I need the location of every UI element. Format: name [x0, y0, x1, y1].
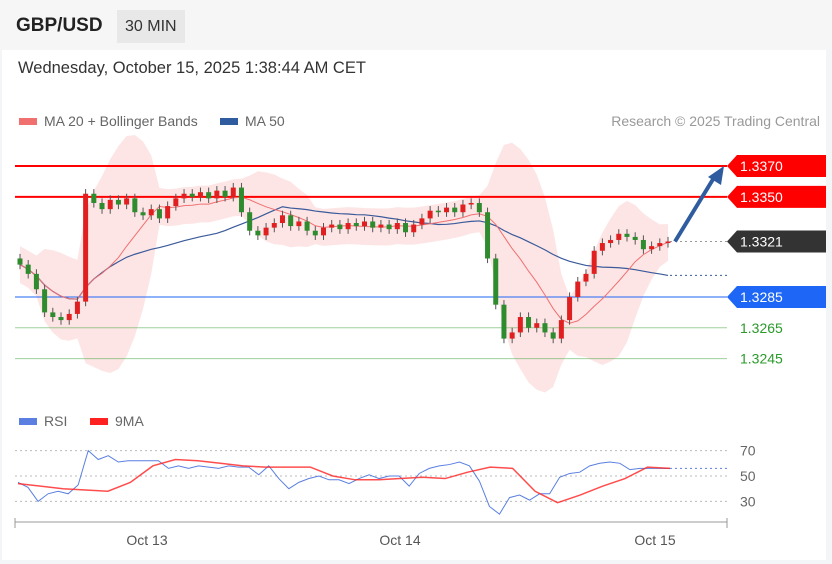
candle-body — [501, 304, 507, 339]
candle-body — [288, 215, 294, 227]
price-chart: 1.3370 1.3350 1.3321 1.3285 1.3265 1.3245 70 50… — [14, 135, 826, 548]
rsi-ma-line — [17, 458, 671, 504]
candle-body — [550, 332, 556, 339]
rsi-tick-label: 30 — [740, 493, 756, 509]
candle-body — [247, 212, 253, 231]
candle-body — [42, 289, 48, 313]
level-label-last: 1.3321 — [740, 234, 783, 250]
candle-body — [485, 212, 491, 259]
x-axis-label: Oct 15 — [634, 532, 675, 548]
level-label-resistance: 1.3350 — [740, 189, 783, 205]
candle-body — [312, 230, 318, 236]
candle-body — [378, 224, 384, 228]
rsi-line — [17, 449, 670, 515]
candle-body — [624, 233, 630, 237]
candle-body — [58, 317, 64, 321]
candle-body — [25, 264, 31, 274]
candle-body — [17, 258, 23, 265]
candle-body — [583, 273, 589, 282]
candle-body — [526, 317, 532, 328]
candle-body — [222, 190, 228, 197]
candle-body — [279, 215, 285, 224]
candle-body — [140, 212, 146, 216]
candle-body — [476, 202, 482, 213]
candle-body — [91, 193, 97, 203]
candle-body — [230, 187, 236, 197]
candle-body — [197, 192, 203, 197]
level-label-pivot: 1.3285 — [740, 289, 783, 305]
candle-body — [665, 241, 671, 244]
candle-body — [33, 273, 39, 290]
candle-body — [124, 198, 130, 205]
candle-body — [386, 224, 392, 230]
candle-body — [657, 243, 663, 247]
candle-body — [99, 202, 105, 210]
candle-body — [370, 221, 376, 228]
candle-body — [362, 221, 368, 227]
candle-body — [608, 239, 614, 244]
forecast-arrow-shaft — [673, 174, 717, 243]
x-axis-label: Oct 14 — [379, 532, 420, 548]
candle-body — [599, 243, 605, 251]
candle-body — [616, 233, 622, 240]
bollinger-band — [20, 135, 668, 393]
candle-body — [148, 209, 154, 216]
candle-body — [206, 192, 212, 199]
candle-body — [255, 230, 261, 236]
x-axis-label: Oct 13 — [126, 532, 167, 548]
level-label-support: 1.3265 — [740, 320, 783, 336]
candle-body — [320, 227, 326, 236]
candle-body — [411, 224, 417, 233]
level-label-resistance: 1.3370 — [740, 158, 783, 174]
candle-body — [493, 258, 499, 305]
candle-body — [427, 210, 433, 219]
candle-body — [509, 332, 515, 339]
candle-body — [460, 204, 466, 213]
candle-body — [517, 317, 523, 333]
candle-body — [66, 313, 72, 321]
candle-body — [353, 223, 359, 227]
candle-body — [271, 223, 277, 228]
candle-body — [640, 239, 646, 250]
candle-body — [132, 198, 138, 213]
candle-body — [394, 223, 400, 230]
candle-body — [558, 320, 564, 339]
candle-body — [74, 301, 80, 314]
candle-body — [189, 193, 195, 197]
candle-body — [403, 223, 409, 233]
candle-body — [304, 221, 310, 231]
candle-body — [263, 227, 269, 236]
candle-body — [534, 323, 540, 328]
candle-body — [107, 199, 113, 210]
level-label-support: 1.3245 — [740, 351, 783, 367]
candle-body — [173, 198, 179, 207]
rsi-tick-label: 70 — [740, 443, 756, 459]
candle-body — [542, 323, 548, 333]
candle-body — [296, 221, 302, 227]
rsi-tick-label: 50 — [740, 468, 756, 484]
candle-body — [238, 187, 244, 213]
candle-body — [575, 281, 581, 297]
candle-body — [181, 193, 187, 199]
candle-body — [632, 236, 638, 240]
candle-body — [345, 223, 351, 230]
candle-body — [419, 218, 425, 225]
candle-body — [435, 210, 441, 213]
candle-body — [649, 246, 655, 250]
candle-body — [83, 193, 89, 302]
candle-body — [156, 209, 162, 219]
candle-body — [115, 199, 121, 205]
candle-body — [337, 224, 343, 230]
candle-body — [214, 190, 220, 199]
candle-body — [165, 206, 171, 219]
candle-body — [468, 202, 474, 205]
candle-body — [567, 296, 573, 321]
candle-body — [50, 312, 56, 318]
candle-body — [591, 250, 597, 274]
candle-body — [329, 224, 335, 228]
candle-body — [444, 207, 450, 213]
candle-body — [452, 207, 458, 213]
